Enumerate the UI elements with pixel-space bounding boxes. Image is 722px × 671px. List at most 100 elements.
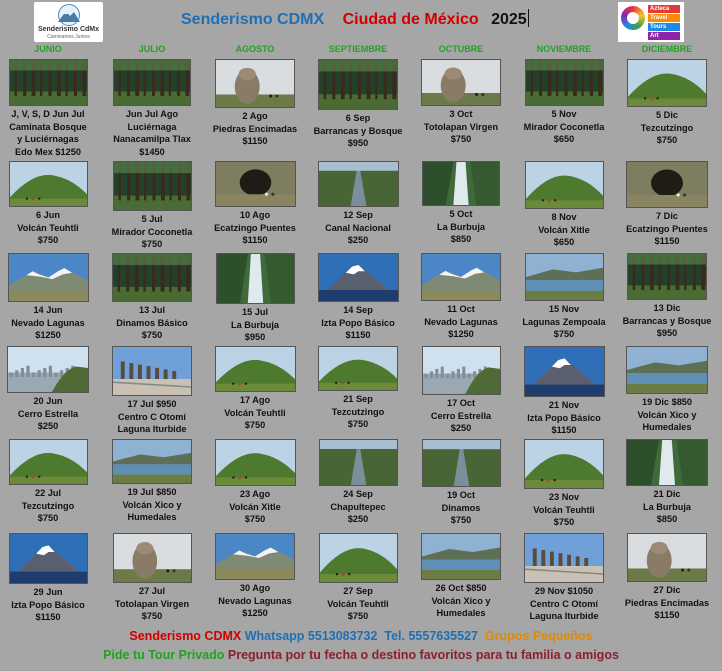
tour-photo[interactable]: [215, 533, 295, 580]
volcano-scene-icon: [524, 347, 604, 396]
tour-photo[interactable]: [113, 59, 191, 106]
tour-card[interactable]: 19 Jul $850 Volcán Xico y Humedales: [101, 439, 203, 524]
tour-photo[interactable]: [318, 346, 398, 391]
tour-card[interactable]: 5 Nov Mirador Coconetla $650: [513, 59, 615, 146]
tour-photo[interactable]: [626, 439, 708, 486]
tour-photo[interactable]: [421, 439, 501, 487]
tour-photo[interactable]: [421, 346, 501, 395]
tour-card[interactable]: 10 Ago Ecatzingo Puentes $1150: [204, 161, 306, 247]
tour-card[interactable]: 17 Jul $950 Centro C Otomí Laguna Iturbide: [101, 346, 203, 436]
tour-photo[interactable]: [215, 253, 295, 304]
tour-photo[interactable]: [214, 439, 296, 486]
tour-photo[interactable]: [524, 253, 604, 301]
tour-photo[interactable]: [421, 533, 501, 580]
tour-card[interactable]: 24 Sep Chapultepec $250: [307, 439, 409, 526]
tour-card[interactable]: 20 Jun Cerro Estrella $250: [0, 346, 99, 433]
tour-card[interactable]: 27 Dic Piedras Encimadas $1150: [616, 533, 718, 622]
tour-card[interactable]: 15 Jul La Burbuja $950: [204, 253, 306, 344]
tour-card[interactable]: 17 Ago Volcán Teuhtli $750: [204, 346, 306, 432]
tour-card[interactable]: 2 Ago Piedras Encimadas $1150: [204, 59, 306, 148]
tour-card[interactable]: 8 Nov Volcán Xitle $650: [513, 161, 615, 249]
tour-card[interactable]: 3 Oct Totolapan Virgen $750: [410, 59, 512, 146]
tour-caption-line: Laguna Iturbide: [529, 611, 599, 621]
tour-card[interactable]: 5 Oct La Burbuja $850: [410, 161, 512, 246]
tour-photo[interactable]: [524, 439, 604, 489]
tour-card[interactable]: Jun Jul Ago Luciérnaga Nanacamilpa Tlax $14…: [101, 59, 203, 158]
tour-card[interactable]: 13 Dic Barrancas y Bosque $950: [616, 253, 718, 340]
tour-photo[interactable]: [215, 59, 295, 108]
logo-right-line-2: Travel: [648, 14, 680, 22]
footer-phone[interactable]: Tel. 5557635527: [384, 629, 478, 643]
tour-photo[interactable]: [626, 346, 708, 394]
tour-card[interactable]: 23 Ago Volcán Xitle $750: [204, 439, 306, 526]
tour-photo[interactable]: [626, 161, 708, 208]
tour-caption-line: 17 Ago: [239, 395, 271, 405]
tour-photo[interactable]: [318, 533, 398, 583]
tour-card[interactable]: 15 Nov Lagunas Zempoala $750: [513, 253, 615, 341]
tour-caption: 11 Oct Nevado Lagunas $1250: [410, 303, 512, 341]
tour-photo[interactable]: [627, 533, 707, 582]
tour-card[interactable]: 30 Ago Nevado Lagunas $1250: [204, 533, 306, 620]
tour-caption-line: 27 Jul: [138, 586, 166, 596]
tour-card[interactable]: 26 Oct $850 Volcán Xico y Humedales: [410, 533, 512, 620]
logo-right-line-4: Art: [648, 32, 680, 40]
tour-photo[interactable]: [524, 161, 604, 209]
tour-photo[interactable]: [112, 161, 192, 211]
tour-card[interactable]: 29 Jun Izta Popo Básico $1150: [0, 533, 99, 624]
tour-caption-line: 11 Oct: [447, 304, 475, 314]
tour-photo[interactable]: [627, 59, 707, 107]
tour-card[interactable]: 27 Jul Totolapan Virgen $750: [101, 533, 203, 623]
tour-card[interactable]: 27 Sep Volcán Teuhtli $750: [307, 533, 409, 623]
tour-card[interactable]: 29 Nov $1050 Centro C Otomí Laguna Iturbid…: [513, 533, 615, 623]
tour-card[interactable]: J, V, S, D Jun Jul Caminata Bosque y Lucié…: [0, 59, 99, 158]
tour-card[interactable]: 23 Nov Volcán Teuhtli $750: [513, 439, 615, 529]
tour-card[interactable]: 13 Jul Dinamos Básico $750: [101, 253, 203, 342]
tour-photo[interactable]: [524, 59, 604, 106]
tour-photo[interactable]: [214, 346, 296, 392]
tour-photo[interactable]: [422, 161, 500, 206]
tour-card[interactable]: 6 Jun Volcán Teuhtli $750: [0, 161, 99, 247]
tour-card[interactable]: 11 Oct Nevado Lagunas $1250: [410, 253, 512, 341]
tour-photo[interactable]: [317, 253, 399, 302]
tour-card[interactable]: 12 Sep Canal Nacional $250: [307, 161, 409, 247]
tour-photo[interactable]: [7, 253, 89, 302]
tour-photo[interactable]: [421, 59, 501, 106]
tour-photo[interactable]: [112, 439, 192, 484]
tour-card[interactable]: 6 Sep Barrancas y Bosque $950: [307, 59, 409, 150]
tour-card[interactable]: 21 Nov Izta Popo Básico $1150: [513, 346, 615, 437]
tour-photo[interactable]: [112, 253, 192, 302]
tour-photo[interactable]: [523, 346, 605, 397]
tour-card[interactable]: 14 Sep Izta Popo Básico $1150: [307, 253, 409, 342]
tour-card[interactable]: 7 Dic Ecatzingo Puentes $1150: [616, 161, 718, 248]
tour-photo[interactable]: [8, 533, 88, 584]
tour-caption: 13 Dic Barrancas y Bosque $950: [616, 302, 718, 340]
tour-card[interactable]: 19 Dic $850 Volcán Xico y Humedales: [616, 346, 718, 434]
tour-card[interactable]: 22 Jul Tezcutzingo $750: [0, 439, 99, 525]
tour-photo[interactable]: [7, 346, 89, 393]
tour-photo[interactable]: [421, 253, 501, 301]
tour-photo[interactable]: [627, 253, 707, 300]
tour-card[interactable]: 17 Oct Cerro Estrella $250: [410, 346, 512, 435]
tour-photo[interactable]: [318, 59, 398, 110]
tour-card[interactable]: 19 Oct Dinamos $750: [410, 439, 512, 527]
logo-left-subtitle: Caminamos Juntos: [47, 34, 90, 40]
tour-photo[interactable]: [8, 439, 88, 485]
tour-caption: 5 Oct La Burbuja $850: [410, 208, 512, 246]
tour-photo[interactable]: [8, 59, 88, 106]
tour-photo[interactable]: [317, 161, 399, 207]
tour-card[interactable]: 14 Jun Nevado Lagunas $1250: [0, 253, 99, 342]
tour-card[interactable]: 5 Jul Mirador Coconetla $750: [101, 161, 203, 251]
tour-card[interactable]: 21 Sep Tezcutzingo $750: [307, 346, 409, 431]
tour-photo[interactable]: [318, 439, 398, 486]
tour-caption-line: $1250: [35, 330, 61, 340]
tour-caption-line: Humedales: [642, 422, 692, 432]
tour-photo[interactable]: [112, 533, 192, 583]
tour-photo[interactable]: [214, 161, 296, 207]
tour-card[interactable]: 21 Dic La Burbuja $850: [616, 439, 718, 526]
tour-photo[interactable]: [524, 533, 604, 583]
tour-photo[interactable]: [112, 346, 192, 396]
tour-caption-line: $1150: [345, 330, 371, 340]
tour-card[interactable]: 5 Dic Tezcutzingo $750: [616, 59, 718, 147]
footer-whatsapp[interactable]: Whatsapp 5513083732: [245, 629, 378, 643]
tour-photo[interactable]: [8, 161, 88, 207]
